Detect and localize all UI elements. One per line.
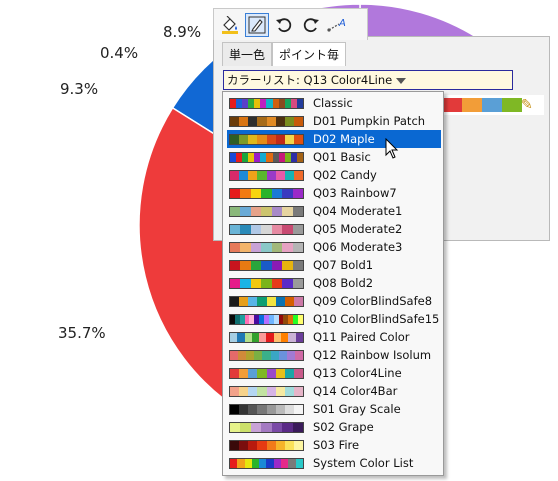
color-list-item-label: S02 Grape	[313, 420, 374, 434]
mouse-cursor-icon	[385, 138, 399, 159]
color-list-item-label: Q02 Candy	[313, 168, 377, 182]
color-list-swatch	[229, 313, 304, 325]
color-list-swatch	[229, 241, 304, 253]
color-list-item-label: Q10 ColorBlindSafe15	[313, 312, 440, 326]
color-list-swatch	[229, 385, 304, 397]
color-list-item[interactable]: S02 Grape	[227, 418, 441, 436]
color-list-swatch	[229, 349, 304, 361]
color-list-item[interactable]: Q06 Moderate3	[227, 238, 441, 256]
color-list-item-label: Q01 Basic	[313, 150, 371, 164]
color-list-swatch	[229, 187, 304, 199]
color-list-item[interactable]: S03 Fire	[227, 436, 441, 454]
color-list-swatch	[229, 367, 304, 379]
color-list-swatch	[229, 205, 304, 217]
color-preview-bar[interactable]	[442, 98, 522, 112]
color-list-item-label: Q05 Moderate2	[313, 222, 403, 236]
pie-label-35-7: 35.7%	[58, 324, 106, 342]
color-list-item-label: Q04 Moderate1	[313, 204, 403, 218]
color-list-item[interactable]: System Color List	[227, 454, 441, 472]
color-list-combobox[interactable]: カラーリスト: Q13 Color4Line	[223, 70, 513, 90]
tab-per-point[interactable]: ポイント毎	[272, 42, 347, 66]
color-list-swatch	[229, 439, 304, 451]
tab-single-color[interactable]: 単一色	[222, 42, 273, 66]
pie-label-8-9: 8.9%	[163, 23, 202, 41]
color-list-item[interactable]: Q09 ColorBlindSafe8	[227, 292, 441, 310]
color-list-swatch	[229, 151, 304, 163]
color-list-swatch	[229, 259, 304, 271]
pie-label-9-3: 9.3%	[60, 80, 99, 98]
dropdown-arrow-icon[interactable]	[396, 77, 407, 84]
color-list-dropdown: Classic D01 Pumpkin Patch D02 Maple Q01 Bas…	[222, 91, 444, 476]
color-list-item[interactable]: Q03 Rainbow7	[227, 184, 441, 202]
color-list-item-label: System Color List	[313, 456, 414, 470]
color-list-swatch	[229, 133, 304, 145]
color-list-item[interactable]: D01 Pumpkin Patch	[227, 112, 441, 130]
color-list-swatch	[229, 223, 304, 235]
color-list-item[interactable]: Q04 Moderate1	[227, 202, 441, 220]
color-list-swatch	[229, 457, 304, 469]
pie-label-0-4: 0.4%	[100, 44, 139, 62]
redo-icon[interactable]	[299, 13, 323, 37]
color-list-swatch	[229, 421, 304, 433]
color-list-item-label: Q06 Moderate3	[313, 240, 403, 254]
color-list-item-label: Q12 Rainbow Isolum	[313, 348, 432, 362]
color-list-item[interactable]: Q14 Color4Bar	[227, 382, 441, 400]
color-list-item-label: Q08 Bold2	[313, 276, 374, 290]
color-list-item-label: D02 Maple	[313, 132, 375, 146]
color-list-item[interactable]: Q13 Color4Line	[227, 364, 441, 382]
color-list-item-label: Q13 Color4Line	[313, 366, 402, 380]
color-list-item-label: D01 Pumpkin Patch	[313, 114, 426, 128]
color-list-item-label: S03 Fire	[313, 438, 360, 452]
color-list-item-label: Q14 Color4Bar	[313, 384, 398, 398]
pen-edit-icon[interactable]	[245, 12, 269, 37]
color-list-item-label: S01 Gray Scale	[313, 402, 401, 416]
color-list-item-label: Q09 ColorBlindSafe8	[313, 294, 433, 308]
color-list-swatch	[229, 169, 304, 181]
color-list-item-label: Q11 Paired Color	[313, 330, 410, 344]
format-toolbar: A	[213, 8, 368, 40]
preview-swatch	[462, 98, 482, 112]
color-list-item-label: Q03 Rainbow7	[313, 186, 397, 200]
color-list-item[interactable]: Q02 Candy	[227, 166, 441, 184]
color-list-item[interactable]: Classic	[227, 94, 441, 112]
color-list-item-label: Q07 Bold1	[313, 258, 374, 272]
svg-text:A: A	[338, 18, 346, 29]
color-mode-tabs: 単一色 ポイント毎	[222, 42, 347, 66]
color-list-swatch	[229, 403, 304, 415]
color-list-item[interactable]: Q05 Moderate2	[227, 220, 441, 238]
preview-swatch	[502, 98, 522, 112]
color-list-item[interactable]: Q11 Paired Color	[227, 328, 441, 346]
color-list-item[interactable]: S01 Gray Scale	[227, 400, 441, 418]
color-list-item[interactable]: Q07 Bold1	[227, 256, 441, 274]
fill-bucket-icon[interactable]	[218, 13, 242, 37]
color-list-item[interactable]: Q01 Basic	[227, 148, 441, 166]
preview-swatch	[482, 98, 502, 112]
color-list-swatch	[229, 115, 304, 127]
color-list-combobox-label: カラーリスト: Q13 Color4Line	[227, 73, 393, 87]
undo-icon[interactable]	[272, 13, 296, 37]
color-list-swatch	[229, 277, 304, 289]
color-list-item-label: Classic	[313, 96, 353, 110]
color-list-item[interactable]: Q12 Rainbow Isolum	[227, 346, 441, 364]
color-list-swatch	[229, 97, 304, 109]
line-text-icon[interactable]: A	[326, 13, 350, 37]
pencil-edit-icon[interactable]: ✎	[521, 96, 533, 113]
color-list-item[interactable]: Q08 Bold2	[227, 274, 441, 292]
color-list-swatch	[229, 295, 304, 307]
preview-swatch	[442, 98, 462, 112]
color-list-swatch	[229, 331, 304, 343]
color-list-item[interactable]: D02 Maple	[227, 130, 441, 148]
color-list-item[interactable]: Q10 ColorBlindSafe15	[227, 310, 441, 328]
